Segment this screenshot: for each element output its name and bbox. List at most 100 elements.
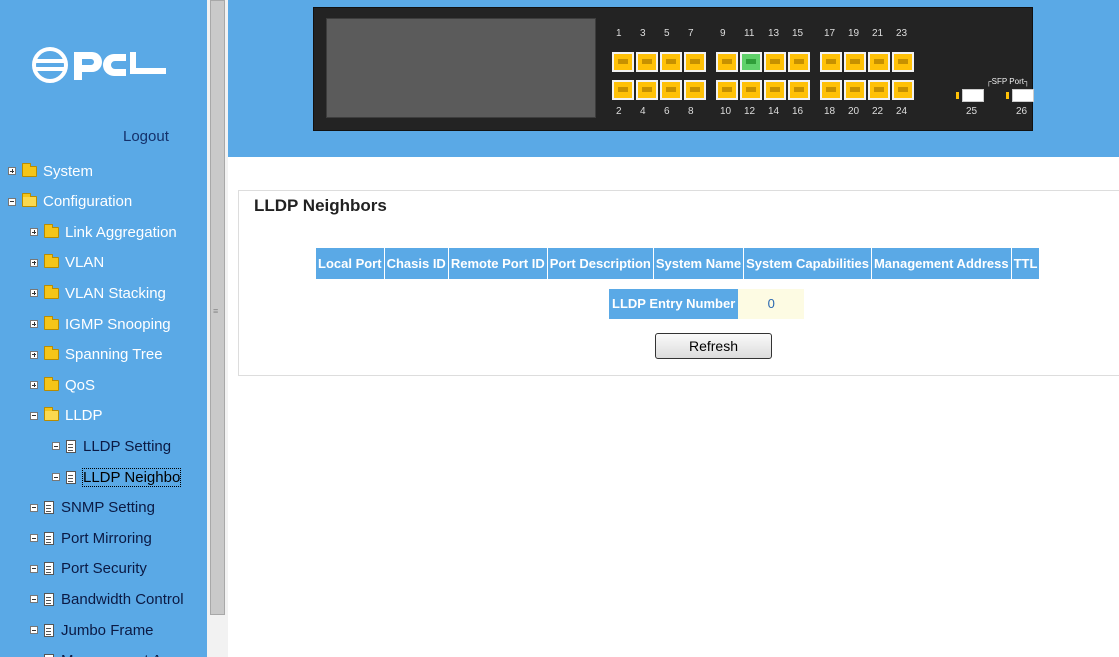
port-number-label: 4 (640, 106, 646, 117)
port-number-label: 19 (848, 28, 860, 39)
port-10[interactable] (716, 80, 738, 100)
column-header: Chasis ID (384, 248, 449, 279)
port-9[interactable] (716, 52, 738, 72)
sidebar-item-label: Bandwidth Control (61, 590, 184, 608)
document-icon (66, 439, 76, 453)
port-1[interactable] (612, 52, 634, 72)
sidebar-item-jumbo-frame[interactable]: Jumbo Frame (30, 619, 154, 641)
port-number-label: 23 (896, 28, 908, 39)
folder-icon (44, 284, 59, 299)
expand-icon[interactable] (30, 350, 38, 359)
sfp-led (956, 92, 959, 99)
collapse-icon[interactable] (30, 626, 38, 634)
port-number-label: 8 (688, 106, 694, 117)
port-number-label: 18 (824, 106, 836, 117)
sidebar-item-label: LLDP (65, 407, 103, 425)
port-number-label: 15 (792, 28, 804, 39)
port-12[interactable] (740, 80, 762, 100)
port-4[interactable] (636, 80, 658, 100)
sidebar-item-label: Management Acce (61, 652, 185, 657)
expand-icon[interactable] (30, 320, 38, 328)
sidebar: Logout System Configuration Link Aggregati… (0, 0, 207, 657)
sfp-port-25[interactable] (962, 89, 984, 102)
sidebar-item-igmp-snooping[interactable]: IGMP Snooping (30, 313, 171, 335)
header: 1 3 5 7 9 11 13 15 17 19 21 23 2 4 6 8 10 12 14 16 18 20 22 24 2… (228, 0, 1119, 157)
port-number-label: 14 (768, 106, 780, 117)
sidebar-item-configuration[interactable]: Configuration (8, 191, 132, 213)
table-header-row: Local Port Chasis ID Remote Port ID Port De… (316, 248, 1041, 279)
port-14[interactable] (764, 80, 786, 100)
expand-icon[interactable] (30, 381, 38, 390)
port-5[interactable] (660, 52, 682, 72)
port-15[interactable] (788, 52, 810, 72)
folder-icon (44, 346, 59, 361)
sidebar-item-lldp-setting[interactable]: LLDP Setting (52, 435, 171, 457)
port-23[interactable] (892, 52, 914, 72)
document-icon (44, 531, 54, 545)
port-19[interactable] (844, 52, 866, 72)
collapse-icon[interactable] (30, 564, 38, 573)
collapse-icon[interactable] (52, 473, 60, 481)
port-20[interactable] (844, 80, 866, 100)
sidebar-item-port-mirroring[interactable]: Port Mirroring (30, 527, 152, 549)
collapse-icon[interactable] (30, 411, 38, 420)
collapse-icon[interactable] (30, 534, 38, 543)
sidebar-item-snmp-setting[interactable]: SNMP Setting (30, 497, 155, 519)
sidebar-item-label: LLDP Setting (83, 437, 172, 455)
expand-icon[interactable] (30, 258, 38, 267)
folder-icon (44, 254, 59, 269)
sidebar-item-spanning-tree[interactable]: Spanning Tree (30, 344, 163, 366)
folder-icon (22, 162, 37, 177)
port-number-label: 1 (616, 28, 622, 39)
sidebar-item-vlan-stacking[interactable]: VLAN Stacking (30, 282, 166, 304)
port-number-label: 7 (688, 28, 694, 39)
port-18[interactable] (820, 80, 842, 100)
port-number-label: 26 (1016, 106, 1028, 117)
port-2[interactable] (612, 80, 634, 100)
folder-icon (44, 376, 59, 391)
folder-icon (44, 223, 59, 238)
port-3[interactable] (636, 52, 658, 72)
sfp-label: ┌SFP Port┐ (986, 77, 1030, 86)
port-17[interactable] (820, 52, 842, 72)
collapse-icon[interactable] (8, 197, 16, 206)
port-24[interactable] (892, 80, 914, 100)
port-16[interactable] (788, 80, 810, 100)
port-7[interactable] (684, 52, 706, 72)
sfp-led (1006, 92, 1009, 99)
expand-icon[interactable] (8, 167, 16, 175)
collapse-icon[interactable] (30, 503, 38, 512)
port-22[interactable] (868, 80, 890, 100)
sidebar-item-link-aggregation[interactable]: Link Aggregation (30, 221, 177, 243)
port-11[interactable] (740, 52, 762, 72)
sidebar-item-system[interactable]: System (8, 160, 93, 182)
port-13[interactable] (764, 52, 786, 72)
sidebar-item-label: VLAN Stacking (65, 284, 166, 302)
sidebar-item-lldp[interactable]: LLDP (30, 405, 103, 427)
sfp-port-26[interactable] (1012, 89, 1034, 102)
port-6[interactable] (660, 80, 682, 100)
lldp-entry-number-row: LLDP Entry Number 0 (609, 289, 805, 319)
port-21[interactable] (868, 52, 890, 72)
sidebar-item-lldp-neighbo[interactable]: LLDP Neighbo (52, 466, 182, 488)
sidebar-item-qos[interactable]: QoS (30, 374, 95, 396)
port-number-label: 2 (616, 106, 622, 117)
document-icon (66, 470, 76, 484)
panel-display (326, 18, 596, 118)
sidebar-item-port-security[interactable]: Port Security (30, 558, 147, 580)
collapse-icon[interactable] (30, 595, 38, 604)
port-number-label: 22 (872, 106, 884, 117)
port-8[interactable] (684, 80, 706, 100)
expand-icon[interactable] (30, 228, 38, 237)
sidebar-item-bandwidth-control[interactable]: Bandwidth Control (30, 588, 184, 610)
sidebar-item-vlan[interactable]: VLAN (30, 252, 104, 274)
collapse-icon[interactable] (52, 442, 60, 451)
refresh-button[interactable]: Refresh (655, 333, 772, 359)
port-number-label: 21 (872, 28, 884, 39)
port-number-label: 11 (744, 28, 755, 39)
expand-icon[interactable] (30, 289, 38, 298)
logout-link[interactable]: Logout (123, 128, 169, 145)
port-number-label: 24 (896, 106, 908, 117)
sidebar-item-management-acce[interactable]: Management Acce (30, 650, 185, 657)
port-number-label: 9 (720, 28, 726, 39)
